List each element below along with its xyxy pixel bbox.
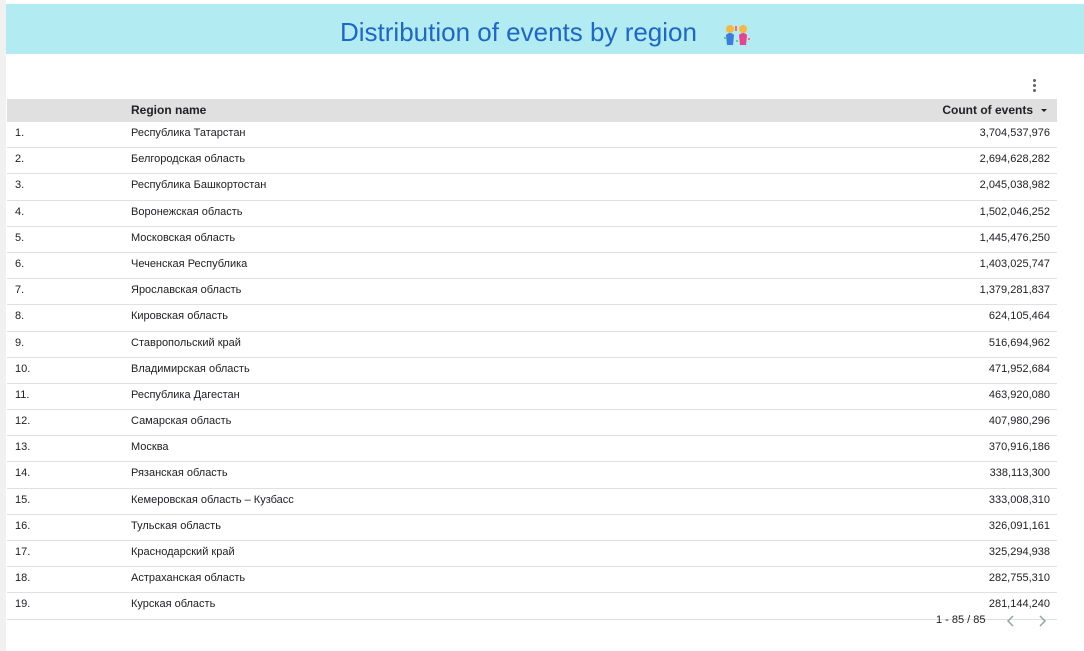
table-header: Region name Count of events bbox=[7, 99, 1057, 122]
row-number: 8. bbox=[15, 310, 25, 323]
region-name-cell: Ярославская область bbox=[131, 284, 242, 297]
region-name-cell: Ставропольский край bbox=[131, 336, 241, 349]
count-cell: 516,694,962 bbox=[988, 336, 1050, 349]
table-row[interactable]: 5. Московская область 1,445,476,250 bbox=[7, 227, 1057, 253]
row-number: 3. bbox=[15, 179, 25, 192]
events-table: Region name Count of events 1. Республика… bbox=[7, 99, 1057, 620]
region-name-cell: Москва bbox=[131, 441, 169, 454]
region-name-cell: Республика Татарстан bbox=[131, 127, 246, 139]
row-number: 1. bbox=[15, 127, 25, 139]
region-name-cell: Чеченская Республика bbox=[131, 257, 248, 270]
row-number: 11. bbox=[15, 388, 30, 401]
table-row[interactable]: 6. Чеченская Республика 1,403,025,747 bbox=[7, 253, 1057, 280]
table-row[interactable]: 1. Республика Татарстан 3,704,537,976 bbox=[7, 122, 1057, 149]
table-row[interactable]: 12. Самарская область 407,980,296 bbox=[7, 410, 1057, 437]
row-number: 13. bbox=[15, 441, 31, 454]
row-number: 6. bbox=[15, 257, 25, 270]
count-cell: 471,952,684 bbox=[988, 362, 1050, 375]
region-name-cell: Рязанская область bbox=[131, 467, 228, 480]
row-number: 12. bbox=[15, 415, 31, 428]
table-row[interactable]: 13. Москва 370,916,186 bbox=[7, 436, 1057, 463]
count-cell: 338,113,300 bbox=[989, 467, 1050, 480]
count-cell: 325,294,938 bbox=[988, 546, 1050, 558]
table-row[interactable]: 14. Рязанская область 338,113,300 bbox=[7, 462, 1057, 489]
table-row[interactable]: 19. Курская область 281,144,240 bbox=[7, 593, 1057, 620]
region-name-cell: Белгородская область bbox=[131, 153, 246, 166]
more-options-icon[interactable] bbox=[1026, 77, 1042, 93]
table-row[interactable]: 10. Владимирская область 471,952,684 bbox=[7, 358, 1057, 384]
region-name-cell: Курская область bbox=[131, 598, 216, 611]
report-page: Distribution of events by region Region … bbox=[6, 0, 1084, 651]
count-cell: 2,045,038,982 bbox=[979, 179, 1050, 192]
row-number: 7. bbox=[15, 284, 25, 297]
column-header-region-name[interactable]: Region name bbox=[131, 103, 206, 117]
column-header-count-of-events[interactable]: Count of events bbox=[942, 103, 1033, 117]
region-name-cell: Воронежская область bbox=[131, 205, 243, 218]
count-cell: 1,379,281,837 bbox=[979, 284, 1050, 297]
table-row[interactable]: 11. Республика Дагестан 463,920,080 bbox=[7, 384, 1057, 411]
pagination-label: 1 - 85 / 85 bbox=[936, 614, 986, 626]
table-row[interactable]: 3. Республика Башкортостан 2,045,038,982 bbox=[7, 174, 1057, 201]
table-row[interactable]: 18. Астраханская область 282,755,310 bbox=[7, 567, 1057, 594]
row-number: 17. bbox=[15, 546, 31, 558]
row-number: 14. bbox=[15, 467, 31, 480]
count-cell: 2,694,628,282 bbox=[979, 153, 1050, 166]
count-cell: 624,105,464 bbox=[988, 310, 1050, 323]
region-name-cell: Астраханская область bbox=[131, 572, 246, 585]
region-name-cell: Кемеровская область – Кузбасс bbox=[131, 493, 294, 506]
table-row[interactable]: 2. Белгородская область 2,694,628,282 bbox=[7, 148, 1057, 175]
table-row[interactable]: 4. Воронежская область 1,502,046,252 bbox=[7, 201, 1057, 227]
table-body: 1. Республика Татарстан 3,704,537,976 2. Бел… bbox=[7, 122, 1057, 620]
count-cell: 1,502,046,252 bbox=[979, 205, 1050, 218]
celebration-couple-icon bbox=[724, 25, 750, 45]
row-number: 9. bbox=[15, 336, 25, 349]
region-name-cell: Республика Башкортостан bbox=[131, 179, 267, 192]
region-name-cell: Московская область bbox=[131, 231, 236, 244]
count-cell: 370,916,186 bbox=[988, 441, 1050, 454]
table-row[interactable]: 15. Кемеровская область – Кузбасс 333,008,… bbox=[7, 489, 1057, 515]
next-page-icon[interactable] bbox=[1035, 614, 1049, 628]
region-name-cell: Тульская область bbox=[131, 519, 221, 532]
count-cell: 407,980,296 bbox=[988, 415, 1050, 428]
table-row[interactable]: 16. Тульская область 326,091,161 bbox=[7, 515, 1057, 541]
row-number: 19. bbox=[15, 598, 31, 611]
row-number: 4. bbox=[15, 205, 25, 218]
region-name-cell: Кировская область bbox=[131, 310, 228, 323]
table-row[interactable]: 9. Ставропольский край 516,694,962 bbox=[7, 332, 1057, 358]
region-name-cell: Краснодарский край bbox=[131, 546, 235, 558]
count-cell: 1,445,476,250 bbox=[979, 231, 1050, 244]
region-name-cell: Самарская область bbox=[131, 415, 232, 428]
count-cell: 333,008,310 bbox=[988, 493, 1050, 506]
count-cell: 3,704,537,976 bbox=[979, 127, 1050, 139]
sort-descending-icon[interactable] bbox=[1041, 109, 1047, 112]
row-number: 10. bbox=[15, 362, 31, 375]
row-number: 2. bbox=[15, 153, 25, 166]
row-number: 15. bbox=[15, 493, 31, 506]
table-row[interactable]: 8. Кировская область 624,105,464 bbox=[7, 305, 1057, 332]
count-cell: 281,144,240 bbox=[988, 598, 1050, 611]
count-cell: 282,755,310 bbox=[988, 572, 1050, 585]
previous-page-icon[interactable] bbox=[1004, 614, 1018, 628]
title-banner: Distribution of events by region bbox=[6, 4, 1084, 54]
count-cell: 1,403,025,747 bbox=[979, 257, 1050, 270]
row-number: 18. bbox=[15, 572, 31, 585]
count-cell: 326,091,161 bbox=[988, 519, 1050, 532]
table-row[interactable]: 17. Краснодарский край 325,294,938 bbox=[7, 541, 1057, 568]
row-number: 5. bbox=[15, 231, 25, 244]
count-cell: 463,920,080 bbox=[988, 388, 1050, 401]
page-title: Distribution of events by region bbox=[340, 17, 697, 47]
region-name-cell: Владимирская область bbox=[131, 362, 250, 375]
region-name-cell: Республика Дагестан bbox=[131, 388, 240, 401]
table-row[interactable]: 7. Ярославская область 1,379,281,837 bbox=[7, 279, 1057, 306]
row-number: 16. bbox=[15, 519, 31, 532]
